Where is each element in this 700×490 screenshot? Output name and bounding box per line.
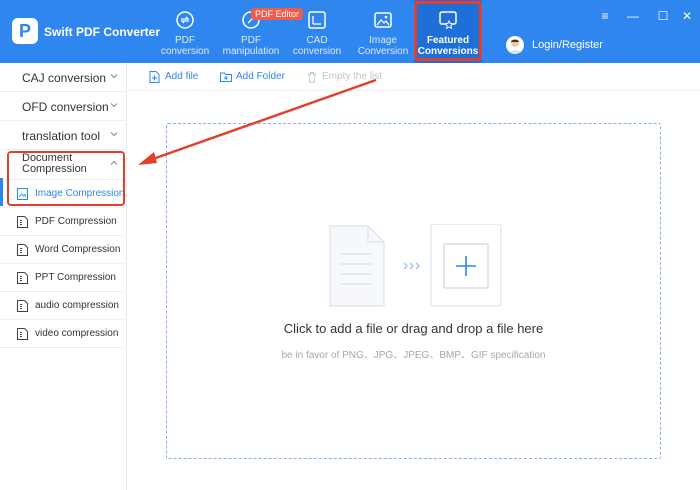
sidebar-item-caj-conversion[interactable]: CAJ conversion bbox=[0, 63, 127, 92]
active-item-marker bbox=[0, 178, 3, 206]
app-logo: P bbox=[12, 18, 38, 44]
drop-illustration bbox=[329, 224, 502, 307]
sidebar-item-ofd-conversion[interactable]: OFD conversion bbox=[0, 92, 127, 121]
compress-file-icon bbox=[17, 328, 28, 340]
sidebar-subitem-label: PPT Compression bbox=[35, 272, 116, 283]
image-conversion-icon bbox=[374, 12, 392, 28]
nav-label: PDF manipulation bbox=[222, 35, 280, 57]
chevron-down-icon bbox=[110, 103, 118, 108]
sidebar-subitem-video-compression[interactable]: video compression bbox=[0, 320, 127, 348]
supported-formats-text: be in favor of PNG、JPG、JPEG、BMP、GIF spec… bbox=[281, 350, 546, 361]
nav-label: Image Conversion bbox=[357, 35, 409, 57]
sidebar-item-translation-tool[interactable]: translation tool bbox=[0, 121, 127, 150]
arrow-right-icon bbox=[403, 262, 420, 270]
nav-pdf-conversion[interactable]: PDF conversion bbox=[150, 0, 220, 63]
nav-image-conversion[interactable]: Image Conversion bbox=[348, 0, 418, 63]
empty-list-label: Empty the list bbox=[322, 71, 383, 82]
file-drop-zone[interactable]: Click to add a file or drag and drop a f… bbox=[166, 123, 661, 459]
sidebar-subitem-ppt-compression[interactable]: PPT Compression bbox=[0, 264, 127, 292]
add-file-label: Add file bbox=[165, 71, 199, 82]
sidebar-subitem-word-compression[interactable]: Word Compression bbox=[0, 236, 127, 264]
compress-file-icon bbox=[17, 216, 28, 228]
chevron-down-icon bbox=[110, 74, 118, 79]
avatar-icon bbox=[508, 39, 522, 54]
sidebar-subitem-label: video compression bbox=[35, 328, 119, 339]
top-header: P Swift PDF Converter PDF conversion PDF… bbox=[0, 0, 700, 63]
add-folder-label: Add Folder bbox=[236, 71, 285, 82]
compress-file-icon bbox=[17, 244, 28, 256]
sidebar-subitem-label: PDF Compression bbox=[35, 216, 117, 227]
sidebar-item-label: OFD conversion bbox=[22, 100, 109, 114]
app-window: P Swift PDF Converter PDF conversion PDF… bbox=[0, 0, 700, 490]
drop-zone-title: Click to add a file or drag and drop a f… bbox=[283, 321, 544, 336]
toolbar: Add file Add Folder Empty the list bbox=[128, 63, 700, 91]
nav-label: PDF conversion bbox=[160, 35, 210, 57]
add-folder-icon bbox=[220, 72, 232, 82]
sidebar-subitem-label: Word Compression bbox=[35, 244, 121, 255]
menu-icon[interactable]: ≡ bbox=[598, 9, 612, 23]
document-compression-highlight-box bbox=[7, 151, 125, 206]
maximize-icon[interactable]: ☐ bbox=[656, 9, 670, 23]
featured-highlight-box bbox=[414, 1, 482, 61]
user-avatar[interactable] bbox=[506, 36, 524, 54]
close-icon[interactable]: ✕ bbox=[680, 9, 694, 23]
app-title: Swift PDF Converter bbox=[44, 25, 161, 39]
sidebar: CAJ conversion OFD conversion translatio… bbox=[0, 63, 127, 490]
sidebar-subitem-pdf-compression[interactable]: PDF Compression bbox=[0, 208, 127, 236]
document-icon bbox=[329, 225, 385, 307]
sidebar-item-label: CAJ conversion bbox=[22, 71, 107, 85]
compress-file-icon bbox=[17, 300, 28, 312]
compress-file-icon bbox=[17, 272, 28, 284]
cad-conversion-icon bbox=[308, 11, 326, 29]
sidebar-subitem-audio-compression[interactable]: audio compression bbox=[0, 292, 127, 320]
chevron-down-icon bbox=[110, 132, 118, 137]
sidebar-subitem-label: audio compression bbox=[35, 300, 119, 311]
minimize-icon[interactable]: — bbox=[626, 9, 640, 23]
pdf-editor-badge[interactable]: PDF Editor bbox=[251, 8, 304, 20]
login-register-link[interactable]: Login/Register bbox=[532, 39, 603, 51]
nav-label: CAD conversion bbox=[292, 35, 342, 57]
sidebar-item-label: translation tool bbox=[22, 129, 101, 143]
trash-icon bbox=[308, 72, 316, 83]
add-file-icon bbox=[149, 71, 160, 83]
pdf-conversion-icon bbox=[176, 11, 194, 29]
